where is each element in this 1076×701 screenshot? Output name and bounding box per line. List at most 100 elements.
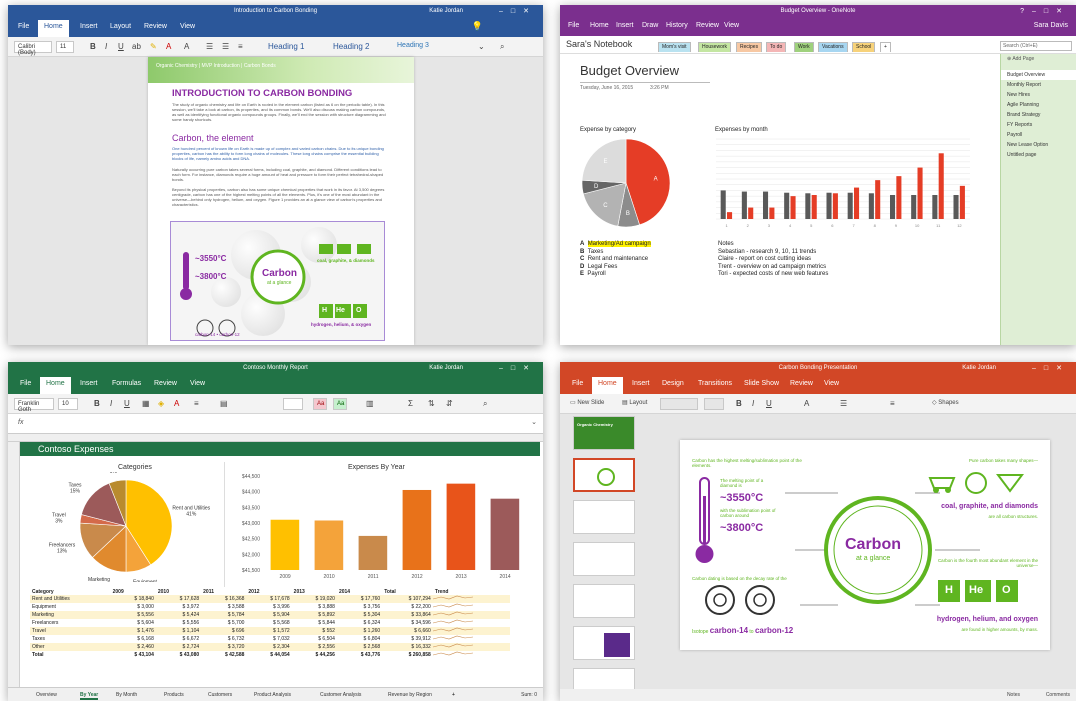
table-cell[interactable]: Travel [30,627,111,635]
bold-icon[interactable]: B [94,399,100,408]
add-page-button[interactable]: ⊕ Add Page [1001,54,1076,64]
table-cell[interactable]: $ 42,588 [201,651,246,659]
slide-thumb[interactable] [573,542,635,576]
sheet-tab[interactable]: Revenue by Region [388,692,432,698]
table-cell[interactable]: $ 34,596 [382,619,433,627]
tab-insert[interactable]: Insert [80,380,98,387]
table-cell[interactable]: $ 5,604 [111,619,156,627]
font-color-icon[interactable]: A [804,399,809,408]
table-cell[interactable]: $ 6,504 [292,635,337,643]
tab-home[interactable]: Home [38,20,69,37]
borders-icon[interactable]: ▦ [142,399,150,408]
comments-button[interactable]: Comments [1046,692,1070,698]
font-name-box[interactable]: Calibri (Body) [14,41,52,56]
add-section-button[interactable]: + [880,42,891,52]
align-icon[interactable]: ≡ [194,399,199,408]
table-cell[interactable]: $ 5,904 [246,611,291,619]
table-cell[interactable]: $ 3,996 [246,603,291,611]
font-size-box[interactable]: 10 [58,398,78,410]
add-sheet-button[interactable]: + [452,692,455,698]
tab-home[interactable]: Home [590,22,609,29]
tab-file[interactable]: File [568,22,579,29]
table-cell[interactable]: $ 7,032 [246,635,291,643]
clear-format-icon[interactable]: A [184,42,189,51]
table-cell[interactable]: $ 43,080 [156,651,201,659]
section-tab[interactable]: Housework [698,42,732,52]
italic-icon[interactable]: I [752,399,754,408]
tab-file[interactable]: File [20,380,31,387]
section-tab[interactable]: Vacations [818,42,848,52]
page-item[interactable]: Brand Strategy [1001,110,1076,120]
font-color-icon[interactable]: A [166,42,171,51]
style-bad[interactable]: Aa [313,398,327,410]
page-item[interactable]: New Lease Option [1001,140,1076,150]
page-item[interactable]: Monthly Report [1001,80,1076,90]
table-cell[interactable]: $ 260,858 [382,651,433,659]
tab-review[interactable]: Review [144,23,167,30]
window-controls[interactable]: –□✕ [499,7,537,15]
page-item[interactable]: New Hires [1001,90,1076,100]
window-controls[interactable]: –□✕ [499,364,537,372]
notebook-name[interactable]: Sara's Notebook [566,39,632,49]
merge-icon[interactable]: ▤ [220,399,228,408]
window-controls[interactable]: –□✕ [1032,364,1070,372]
chevron-down-icon[interactable]: ⌄ [478,42,485,51]
slide-thumb[interactable]: Organic Chemistry [573,416,635,450]
font-color-icon[interactable]: A [174,399,179,408]
chevron-down-icon[interactable]: ⌄ [531,418,537,426]
table-cell[interactable]: $ 2,568 [337,643,382,651]
align-icon[interactable]: ≡ [890,399,895,408]
table-cell[interactable]: $ 16,332 [382,643,433,651]
tab-review[interactable]: Review [696,22,719,29]
style-heading1[interactable]: Heading 1 [268,42,304,51]
table-cell[interactable]: $ 1,572 [246,627,291,635]
table-cell[interactable]: $ 3,888 [292,603,337,611]
sheet-tab[interactable]: Overview [36,692,57,698]
table-cell[interactable]: $ 6,324 [337,619,382,627]
table-cell[interactable]: $ 22,200 [382,603,433,611]
filter-icon[interactable]: ⇵ [446,399,453,408]
search-icon[interactable]: ⌕ [500,42,504,52]
page-item[interactable]: Budget Overview [1001,70,1076,80]
table-cell[interactable]: $ 2,460 [111,643,156,651]
table-cell[interactable]: $ 44,256 [292,651,337,659]
italic-icon[interactable]: I [105,42,107,51]
section-tab[interactable]: Recipes [736,42,763,52]
font-size-box[interactable]: 11 [56,41,74,53]
table-cell[interactable]: $ 17,760 [337,595,382,603]
table-cell[interactable]: $ 19,020 [292,595,337,603]
table-cell[interactable]: $ 552 [292,627,337,635]
page-item[interactable]: Untitled page [1001,150,1076,160]
table-cell[interactable]: $ 17,678 [246,595,291,603]
table-cell[interactable]: $ 1,260 [337,627,382,635]
table-cell[interactable]: $ 6,168 [111,635,156,643]
table-cell[interactable]: $ 107,294 [382,595,433,603]
table-cell[interactable]: $ 1,104 [156,627,201,635]
table-cell[interactable]: $ 5,700 [201,619,246,627]
bold-icon[interactable]: B [90,42,96,51]
table-cell[interactable]: Other [30,643,111,651]
bullets-icon[interactable]: ☰ [206,42,213,51]
table-cell[interactable]: Freelancers [30,619,111,627]
sheet-tab[interactable]: Customers [208,692,232,698]
table-cell[interactable]: $ 5,568 [246,619,291,627]
sheet-tab[interactable]: Product Analysis [254,692,291,698]
table-cell[interactable]: $ 5,424 [156,611,201,619]
tab-home[interactable]: Home [40,377,71,394]
expense-table[interactable]: Category 2009 2010 2011 2012 2013 2014 Total Tre… [30,589,510,659]
table-cell[interactable]: $ 5,892 [292,611,337,619]
tab-view[interactable]: View [180,23,195,30]
tab-file[interactable]: File [18,23,29,30]
table-cell[interactable]: $ 3,000 [111,603,156,611]
page-item[interactable]: FY Reports [1001,120,1076,130]
table-cell[interactable]: Taxes [30,635,111,643]
section-tab[interactable]: School [852,42,876,52]
style-good[interactable]: Aa [333,398,347,410]
table-cell[interactable]: $ 2,556 [292,643,337,651]
tab-view[interactable]: View [824,380,839,387]
notes-button[interactable]: Notes [1007,692,1020,698]
strikethrough-icon[interactable]: ab [132,42,141,51]
sheet-tab[interactable]: By Month [116,692,137,698]
table-cell[interactable]: $ 17,628 [156,595,201,603]
sheet-tab[interactable]: Products [164,692,184,698]
